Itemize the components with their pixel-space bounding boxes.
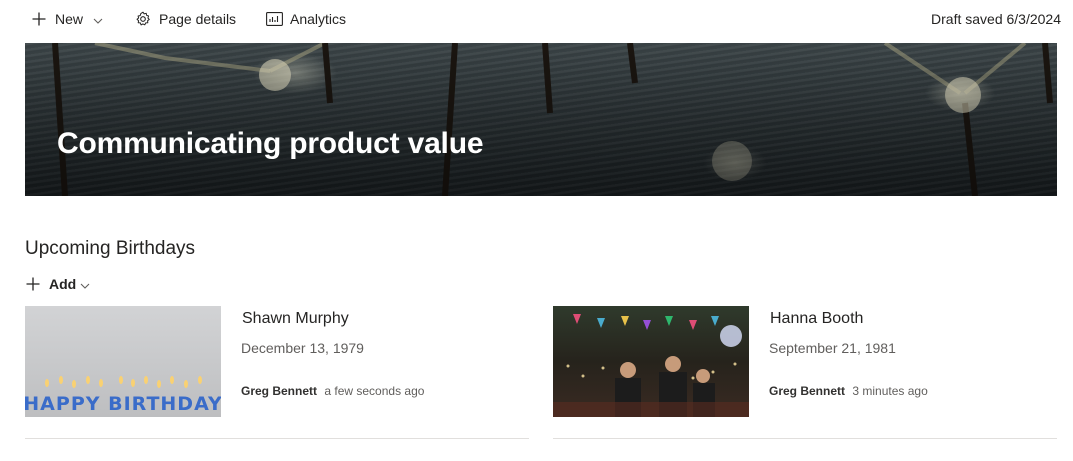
author-name: Greg Bennett: [241, 384, 318, 398]
new-button-label: New: [55, 11, 84, 27]
chevron-down-icon[interactable]: [93, 11, 103, 27]
plus-icon: [25, 276, 41, 292]
page-details-label: Page details: [159, 11, 237, 27]
birthday-image-text: HAPPY BIRTHDAY: [25, 393, 221, 415]
analytics-label: Analytics: [290, 11, 347, 27]
chevron-down-icon[interactable]: [80, 276, 90, 292]
analytics-button[interactable]: Analytics: [265, 8, 346, 30]
birthday-card[interactable]: Hanna Booth September 21, 1981 Greg Benn…: [553, 306, 1057, 439]
birthday-name[interactable]: Shawn Murphy: [242, 310, 349, 328]
birthday-date: December 13, 1979: [241, 340, 364, 356]
hero-banner: Communicating product value: [25, 43, 1057, 196]
hero-background-image: [25, 43, 1057, 196]
birthday-thumbnail[interactable]: [553, 306, 749, 417]
gear-icon: [134, 10, 152, 28]
command-bar: New Page details Analytics Draft saved 6…: [0, 0, 1073, 38]
new-button[interactable]: New: [30, 8, 103, 30]
modified-time: a few seconds ago: [324, 384, 425, 398]
author-name: Greg Bennett: [769, 384, 846, 398]
section-title[interactable]: Upcoming Birthdays: [25, 238, 195, 260]
page-details-button[interactable]: Page details: [134, 8, 236, 30]
draft-status: Draft saved 6/3/2024: [931, 11, 1061, 27]
birthday-card[interactable]: HAPPY BIRTHDAY Shawn Murphy December 13,…: [25, 306, 529, 439]
analytics-icon: [265, 10, 283, 28]
birthday-name[interactable]: Hanna Booth: [770, 310, 863, 328]
modified-time: 3 minutes ago: [852, 384, 928, 398]
plus-icon: [30, 10, 48, 28]
page-title[interactable]: Communicating product value: [57, 127, 484, 161]
birthday-thumbnail[interactable]: HAPPY BIRTHDAY: [25, 306, 221, 417]
birthday-meta: Greg Bennett 3 minutes ago: [769, 384, 928, 398]
party-photo-image: [553, 314, 749, 417]
add-button[interactable]: Add: [25, 274, 90, 294]
birthday-candles-image: HAPPY BIRTHDAY: [25, 376, 221, 415]
birthday-meta: Greg Bennett a few seconds ago: [241, 384, 424, 398]
birthday-date: September 21, 1981: [769, 340, 896, 356]
add-button-label: Add: [49, 276, 77, 292]
